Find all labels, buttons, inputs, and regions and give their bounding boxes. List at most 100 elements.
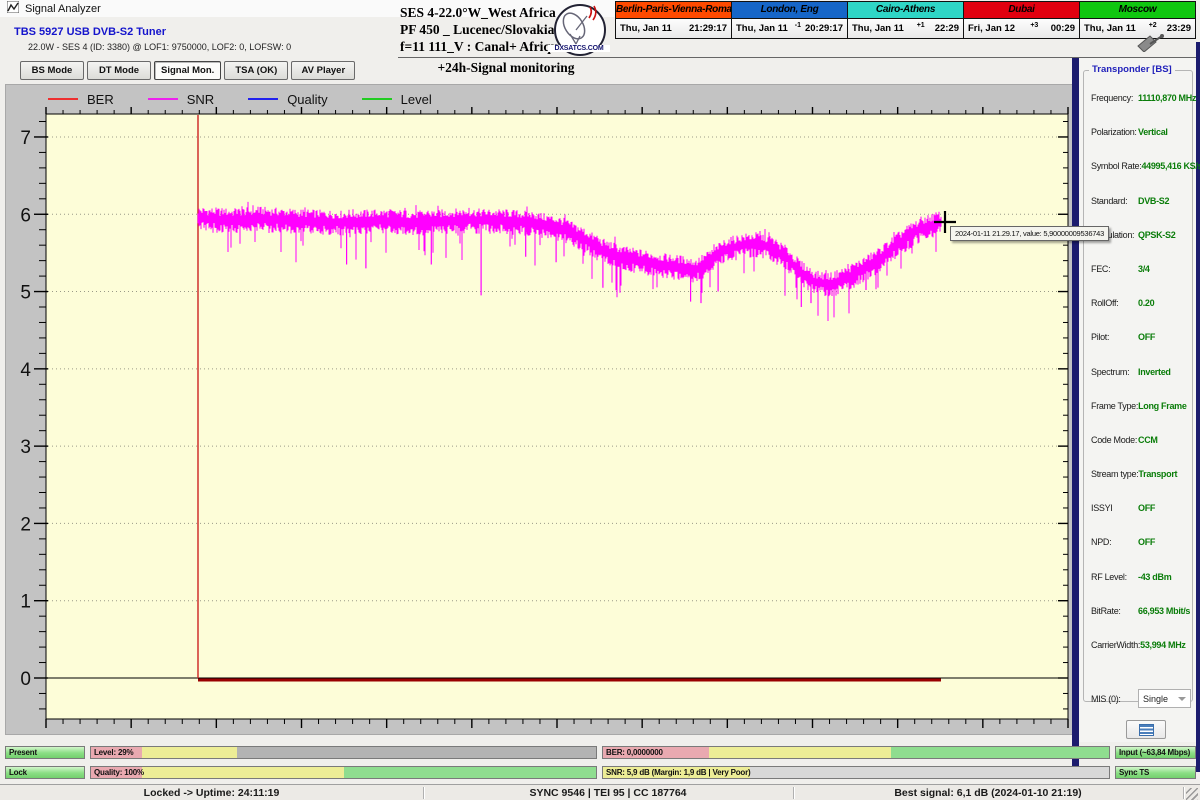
clock-city: Berlin-Paris-Vienna-Roma: [616, 2, 731, 19]
clock-date: Thu, Jan 11: [620, 23, 672, 34]
transponder-row: BitRate:66,953 Mbit/s: [1091, 606, 1191, 640]
transponder-row: CarrierWidth:53,994 MHz: [1091, 640, 1191, 674]
tab-signal-mon-[interactable]: Signal Mon.: [154, 61, 221, 80]
tab-av-player[interactable]: AV Player: [291, 61, 355, 80]
tab-bs-mode[interactable]: BS Mode: [20, 61, 84, 80]
tp-label: CarrierWidth:: [1091, 640, 1140, 650]
clock-date: Thu, Jan 11: [852, 23, 904, 34]
tp-label: Standard:: [1091, 196, 1138, 206]
clock-utc-offset: -1: [791, 22, 805, 29]
transponder-row: RollOff:0.20: [1091, 298, 1191, 332]
tp-label: Polarization:: [1091, 127, 1138, 137]
transponder-row: Polarization:Vertical: [1091, 127, 1191, 161]
svg-text:0: 0: [20, 669, 31, 690]
status-divider: [793, 787, 794, 799]
tp-label: BitRate:: [1091, 606, 1138, 616]
transponder-rows: Frequency:11110,870 MHzPolarization:Vert…: [1091, 93, 1191, 674]
tp-label: RollOff:: [1091, 298, 1138, 308]
clock-utc-offset: +1: [907, 22, 935, 29]
svg-text:6: 6: [20, 205, 31, 226]
status-uptime: Locked -> Uptime: 24:11:19: [0, 785, 423, 800]
clock-city: Moscow: [1080, 2, 1195, 19]
tuner-name: TBS 5927 USB DVB-S2 Tuner: [14, 26, 166, 38]
tp-value: 66,953 Mbit/s: [1138, 606, 1190, 616]
chart-panel: BERSNRQualityLevel 01234567: [5, 84, 1077, 735]
tp-value: DVB-S2: [1138, 196, 1169, 206]
meter-text: Input (~63,84 Mbps): [1119, 748, 1190, 757]
status-sync: SYNC 9546 | TEI 95 | CC 187764: [423, 785, 793, 800]
mis-dropdown[interactable]: Single: [1138, 689, 1191, 708]
meter-text: BER: 0,0000000: [606, 748, 663, 757]
meter-segment: [891, 747, 1109, 758]
tp-value: 11110,870 MHz: [1138, 93, 1196, 103]
tp-value: QPSK-S2: [1138, 230, 1175, 240]
meter-snr: SNR: 5,9 dB (Margin: 1,9 dB | Very Poor): [602, 766, 1110, 779]
tp-label: Stream type:: [1091, 469, 1138, 479]
tp-value: OFF: [1138, 537, 1155, 547]
clock-date: Fri, Jan 12: [968, 23, 1015, 34]
meter-ber: BER: 0,0000000: [602, 746, 1110, 759]
transponder-row: ISSYIOFF: [1091, 503, 1191, 537]
clock-london-eng: London, Eng Thu, Jan 11-120:29:17: [732, 2, 848, 38]
tab-tsa-ok-[interactable]: TSA (OK): [224, 61, 288, 80]
meter-segment: [142, 747, 238, 758]
status-bar: Locked -> Uptime: 24:11:19 SYNC 9546 | T…: [0, 784, 1200, 800]
tuner-details: 22.0W - SES 4 (ID: 3380) @ LOF1: 9750000…: [28, 42, 291, 52]
meter-text: Sync TS: [1119, 768, 1149, 777]
logo-text: DXSATCS.COM: [548, 45, 610, 52]
tp-value: 44995,416 KS/s: [1141, 161, 1200, 171]
clock-time: 23:29: [1167, 23, 1191, 34]
status-best-signal: Best signal: 6,1 dB (2024-01-10 21:19): [793, 785, 1183, 800]
resize-grip[interactable]: [1186, 788, 1198, 800]
tab-dt-mode[interactable]: DT Mode: [87, 61, 151, 80]
meter-sync-ts: Sync TS: [1115, 766, 1196, 779]
tp-value: OFF: [1138, 332, 1155, 342]
tp-label: Spectrum:: [1091, 367, 1138, 377]
clock-dubai: DubaiFri, Jan 12+300:29: [964, 2, 1080, 38]
transponder-row: Pilot:OFF: [1091, 332, 1191, 366]
clock-time: 20:29:17: [805, 23, 843, 34]
clock-city: London, Eng: [732, 2, 847, 19]
clock-berlin-paris-vienna-roma: Berlin-Paris-Vienna-Roma Thu, Jan 11 21:29…: [616, 2, 732, 38]
clock-date: Thu, Jan 11: [736, 23, 788, 34]
transponder-row: RF Level:-43 dBm: [1091, 572, 1191, 606]
meter-present: Present: [5, 746, 85, 759]
tp-value: 0.20: [1138, 298, 1154, 308]
transponder-row: Frame Type:Long Frame: [1091, 401, 1191, 435]
transponder-list-button[interactable]: [1126, 720, 1166, 739]
svg-text:1: 1: [20, 592, 31, 613]
status-divider: [1183, 787, 1184, 799]
monitor-title-line2: PF 450 _ Lucenec/Slovakia: [400, 21, 552, 38]
tp-label: RF Level:: [1091, 572, 1138, 582]
monitor-title-line3: f=11 111_V : Canal+ Afrique: [400, 38, 552, 55]
list-icon: [1139, 724, 1154, 736]
window-right-edge: [1196, 42, 1200, 772]
meter-text: Present: [9, 748, 37, 757]
tp-label: ISSYI: [1091, 503, 1138, 513]
tp-value: CCM: [1138, 435, 1158, 445]
transponder-row: Spectrum:Inverted: [1091, 367, 1191, 401]
tp-label: Symbol Rate:: [1091, 161, 1141, 171]
clock-time: 21:29:17: [689, 23, 727, 34]
mis-value: Single: [1143, 694, 1168, 704]
tp-label: NPD:: [1091, 537, 1138, 547]
tp-value: 53,994 MHz: [1140, 640, 1186, 650]
clock-time: 22:29: [935, 23, 959, 34]
monitor-title-line4: +24h-Signal monitoring: [398, 60, 614, 76]
world-clocks: Berlin-Paris-Vienna-Roma Thu, Jan 11 21:29…: [615, 1, 1196, 39]
transponder-row: Symbol Rate:44995,416 KS/s: [1091, 161, 1191, 195]
signal-chart[interactable]: 01234567: [6, 85, 1076, 734]
tp-value: Vertical: [1138, 127, 1168, 137]
chart-tooltip: 2024-01-11 21.29.17, value: 5,9000000953…: [950, 226, 1109, 241]
monitor-title-line1: SES 4-22.0°W_West Africa: [400, 4, 552, 21]
monitor-title: SES 4-22.0°W_West Africa PF 450 _ Lucene…: [400, 4, 552, 55]
tp-value: 3/4: [1138, 264, 1150, 274]
meter-segment: [142, 767, 344, 778]
app-icon: [7, 0, 19, 18]
transponder-row: Standard:DVB-S2: [1091, 196, 1191, 230]
transponder-row: Code Mode:CCM: [1091, 435, 1191, 469]
svg-text:3: 3: [20, 437, 31, 458]
meter-segment: [709, 747, 891, 758]
tp-value: Transport: [1138, 469, 1177, 479]
clock-utc-offset: +2: [1139, 22, 1167, 29]
